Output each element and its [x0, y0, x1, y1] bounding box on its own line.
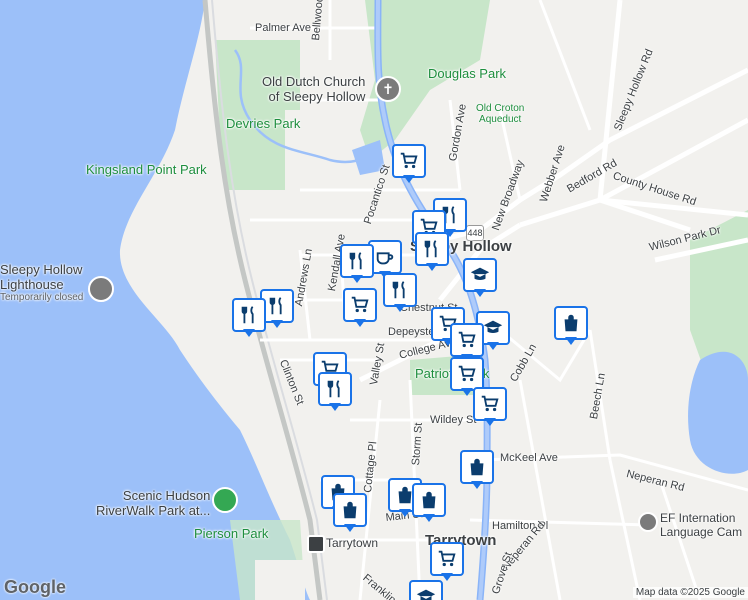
aqueduct-label: Old Croton Aqueduct [476, 103, 525, 125]
map-marker-restaurant-icon[interactable] [232, 298, 266, 340]
map-marker-cart-icon[interactable] [392, 144, 426, 186]
map-marker-restaurant-icon[interactable] [415, 232, 449, 274]
street-label-mckeel: McKeel Ave [500, 452, 558, 464]
ef-school-pin-icon[interactable] [638, 512, 658, 532]
poi-label-ef-campus: EF Internation Language Cam [660, 511, 743, 539]
poi-label-tarrytown-station: Tarrytown [326, 536, 379, 550]
poi-label-church: Old Dutch Church of Sleepy Hollow [262, 74, 366, 104]
map-marker-bag-icon[interactable] [460, 450, 494, 492]
map-marker-school-icon[interactable] [409, 580, 443, 600]
pond [688, 351, 748, 474]
street-label-wildey: Wildey St [430, 414, 477, 426]
church-pin-icon[interactable]: ✝ [375, 76, 401, 102]
train-station-icon[interactable] [307, 535, 325, 553]
street-label-palmer: Palmer Ave [255, 22, 312, 34]
map-marker-school-icon[interactable] [463, 258, 497, 300]
park-label-douglas: Douglas Park [428, 66, 507, 81]
lighthouse-pin-icon[interactable] [88, 276, 114, 302]
park-label-pierson: Pierson Park [194, 526, 269, 541]
map-marker-restaurant-icon[interactable] [340, 244, 374, 286]
park-label-devries: Devries Park [226, 116, 301, 131]
map-marker-cart-icon[interactable] [430, 542, 464, 584]
poi-label-riverwalk: Scenic Hudson RiverWalk Park at... [96, 488, 211, 518]
map-marker-cart-icon[interactable] [343, 288, 377, 330]
map-attribution[interactable]: Map data ©2025 Google [632, 587, 748, 598]
google-logo: Google [4, 577, 66, 597]
map-canvas[interactable]: Palmer Ave Bellwood Ave Old Dutch Church… [0, 0, 748, 600]
park-label-kingsland: Kingsland Point Park [86, 162, 207, 177]
map-marker-restaurant-icon[interactable] [383, 273, 417, 315]
map-marker-cart-icon[interactable] [473, 387, 507, 429]
map-marker-bag-icon[interactable] [333, 493, 367, 535]
map-marker-bag-icon[interactable] [554, 306, 588, 348]
map-marker-bag-icon[interactable] [412, 483, 446, 525]
poi-label-lighthouse: Sleepy Hollow Lighthouse Temporarily clo… [0, 262, 84, 303]
riverwalk-park-pin-icon[interactable] [212, 487, 238, 513]
map-marker-restaurant-icon[interactable] [318, 372, 352, 414]
